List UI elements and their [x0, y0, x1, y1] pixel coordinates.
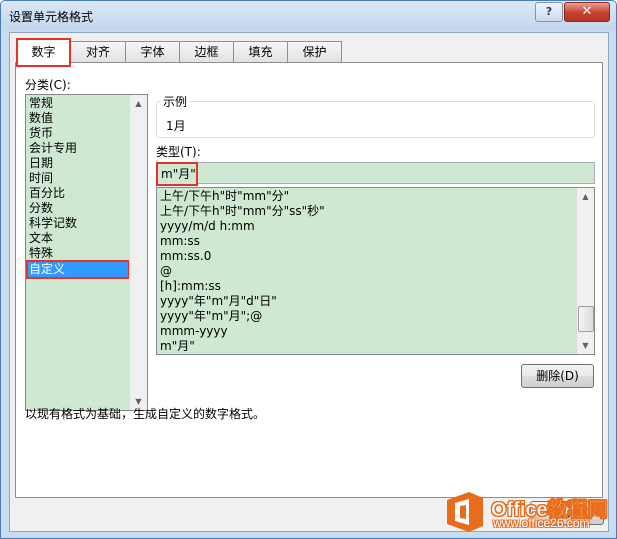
category-item-accounting[interactable]: 会计专用: [28, 141, 77, 156]
category-listbox[interactable]: 常规 数值 货币 会计专用 日期 时间 百分比 分数 科学记数 文本 特殊 自定…: [25, 94, 148, 411]
type-item[interactable]: yyyy"年"m"月"d"日": [159, 294, 277, 309]
watermark-url: www.office26.com: [493, 516, 590, 530]
title-bar: 设置单元格格式 ? ✕: [1, 1, 616, 31]
help-icon: ?: [545, 5, 553, 18]
type-item[interactable]: 上午/下午h"时"mm"分": [159, 189, 289, 204]
office-watermark: Office教程网 www.office26.com: [441, 489, 611, 535]
scroll-down-arrow-icon[interactable]: ▼: [577, 337, 594, 354]
scroll-up-arrow-icon[interactable]: ▲: [577, 188, 594, 205]
category-scrollbar[interactable]: ▲ ▼: [129, 95, 147, 410]
sample-value: 1月: [166, 119, 186, 133]
type-item[interactable]: mmm-yyyy: [159, 324, 228, 339]
description-text: 以现有格式为基础，生成自定义的数字格式。: [25, 407, 266, 421]
type-label: 类型(T):: [156, 145, 201, 159]
delete-button-label: 删除(D): [536, 369, 579, 383]
number-tab-panel: 分类(C): 常规 数值 货币 会计专用 日期 时间 百分比 分数 科学记数 文…: [15, 62, 603, 498]
category-item-percentage[interactable]: 百分比: [28, 186, 65, 201]
tab-fill[interactable]: 填充: [233, 41, 288, 62]
type-input[interactable]: m"月": [156, 162, 595, 186]
type-item[interactable]: @: [159, 264, 172, 279]
dialog-title: 设置单元格格式: [9, 10, 94, 24]
scroll-up-arrow-icon[interactable]: ▲: [130, 95, 147, 112]
close-icon: ✕: [581, 4, 593, 19]
dialog-client-area: 数字 对齐 字体 边框 填充 保护 分类(C): 常规 数值 货币 会计专用 日…: [9, 32, 609, 532]
category-item-time[interactable]: 时间: [28, 171, 53, 186]
help-button[interactable]: ?: [535, 2, 563, 22]
sample-label: 示例: [161, 93, 190, 110]
tab-label: 保护: [302, 45, 327, 59]
tab-label: 对齐: [85, 45, 110, 59]
tab-number[interactable]: 数字: [16, 38, 71, 67]
sample-group: 示例 1月: [156, 93, 595, 138]
category-item-date[interactable]: 日期: [28, 156, 53, 171]
tab-font[interactable]: 字体: [125, 41, 180, 62]
type-scroll-thumb[interactable]: [578, 306, 594, 332]
type-listbox[interactable]: 上午/下午h"时"mm"分" 上午/下午h"时"mm"分"ss"秒" yyyy/…: [156, 187, 595, 355]
tab-protection[interactable]: 保护: [287, 41, 342, 62]
type-item[interactable]: 上午/下午h"时"mm"分"ss"秒": [159, 204, 325, 219]
office-logo-icon: [447, 492, 483, 532]
type-input-value[interactable]: m"月": [156, 162, 198, 186]
tab-alignment[interactable]: 对齐: [70, 41, 126, 62]
type-item[interactable]: yyyy"年"m"月";@: [159, 309, 262, 324]
category-item-number[interactable]: 数值: [28, 111, 53, 126]
delete-button[interactable]: 删除(D): [521, 364, 594, 388]
type-item[interactable]: yyyy/m/d h:mm: [159, 219, 255, 234]
category-item-scientific[interactable]: 科学记数: [28, 216, 77, 231]
category-item-currency[interactable]: 货币: [28, 126, 53, 141]
category-item-special[interactable]: 特殊: [28, 246, 53, 261]
category-item-text[interactable]: 文本: [28, 231, 53, 246]
tab-label: 字体: [140, 45, 165, 59]
category-item-fraction[interactable]: 分数: [28, 201, 53, 216]
type-item[interactable]: m"月": [159, 339, 195, 354]
tab-label: 填充: [248, 45, 273, 59]
category-item-custom[interactable]: 自定义: [26, 260, 130, 279]
tab-label: 数字: [31, 45, 56, 59]
tab-label: 边框: [194, 45, 219, 59]
type-item[interactable]: mm:ss: [159, 234, 200, 249]
dialog-window: 设置单元格格式 ? ✕ 数字 对齐 字体 边框 填充 保护 分类(C): 常规 …: [0, 0, 617, 539]
category-item-general[interactable]: 常规: [28, 96, 53, 111]
type-item[interactable]: [h]:mm:ss: [159, 279, 221, 294]
category-label: 分类(C):: [25, 78, 71, 92]
tab-border[interactable]: 边框: [179, 41, 234, 62]
type-scrollbar[interactable]: ▲ ▼: [576, 188, 594, 354]
close-button[interactable]: ✕: [564, 2, 610, 22]
type-item[interactable]: mm:ss.0: [159, 249, 211, 264]
